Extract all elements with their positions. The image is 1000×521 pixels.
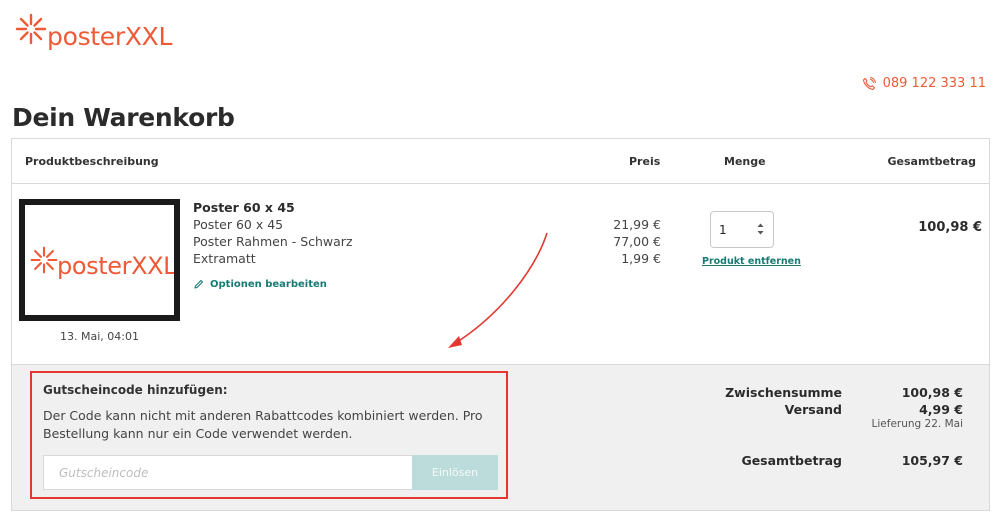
thumbnail-poster-image: posterXXL <box>25 205 174 315</box>
column-price: Preis <box>629 155 661 168</box>
item-option: Extramatt <box>193 251 256 266</box>
item-title: Poster 60 x 45 <box>193 200 295 215</box>
item-date: 13. Mai, 04:01 <box>60 330 139 343</box>
cart-summary-area: Gutscheincode hinzufügen: Der Code kann … <box>12 364 989 510</box>
item-option: Poster 60 x 45 <box>193 217 284 232</box>
cart-item-row: posterXXL 13. Mai, 04:01 Poster 60 x 45 … <box>12 184 989 364</box>
shipping-label: Versand <box>784 402 842 417</box>
shipping-row: Versand 4,99 € <box>712 402 967 419</box>
phone-number: 089 122 333 11 <box>882 76 986 91</box>
subtotal-label: Zwischensumme <box>725 385 842 400</box>
order-totals: Zwischensumme 100,98 € Versand 4,99 € Li… <box>712 385 967 470</box>
item-line-total: 100,98 € <box>918 220 982 235</box>
page-title: Dein Warenkorb <box>12 103 235 132</box>
item-price: 1,99 € <box>621 251 661 266</box>
quantity-select[interactable]: 1 <box>710 211 774 248</box>
remove-product-link[interactable]: Produkt entfernen <box>702 256 801 267</box>
item-prices: 21,99 € 77,00 € 1,99 € <box>613 216 661 267</box>
shipping-value: 4,99 € <box>919 402 963 417</box>
item-price: 77,00 € <box>613 234 661 249</box>
thumbnail-logo-star-icon <box>30 246 58 274</box>
coupon-description: Der Code kann nicht mit anderen Rabattco… <box>43 408 483 441</box>
column-total: Gesamtbetrag <box>887 155 977 168</box>
item-info: Poster 60 x 45 Poster 60 x 45 Poster Rah… <box>193 199 353 293</box>
thumbnail-wordmark: posterXXL <box>57 252 174 280</box>
item-price: 21,99 € <box>613 217 661 232</box>
column-description: Produktbeschreibung <box>25 155 159 168</box>
coupon-title: Gutscheincode hinzufügen: <box>43 383 228 397</box>
brand-logo[interactable]: posterXXL <box>14 12 173 51</box>
grand-total-row: Gesamtbetrag 105,97 € <box>712 453 967 470</box>
subtotal-row: Zwischensumme 100,98 € <box>712 385 967 402</box>
pencil-icon <box>194 279 204 289</box>
redeem-coupon-button[interactable]: Einlösen <box>412 455 498 490</box>
select-arrows-icon <box>757 223 764 235</box>
subtotal-value: 100,98 € <box>901 385 963 400</box>
edit-options-link[interactable]: Optionen bearbeiten <box>193 276 353 293</box>
cart-table: Produktbeschreibung Preis Menge Gesamtbe… <box>11 138 990 511</box>
product-thumbnail[interactable]: posterXXL <box>19 199 180 321</box>
cart-header-row: Produktbeschreibung Preis Menge Gesamtbe… <box>12 139 989 184</box>
grand-total-label: Gesamtbetrag <box>741 453 842 468</box>
coupon-section: Gutscheincode hinzufügen: Der Code kann … <box>30 371 508 499</box>
logo-wordmark: posterXXL <box>47 22 173 51</box>
support-phone[interactable]: 089 122 333 11 <box>862 76 986 91</box>
phone-icon <box>862 76 876 90</box>
delivery-date: Lieferung 22. Mai <box>871 418 963 430</box>
coupon-code-input[interactable] <box>43 455 412 490</box>
grand-total-value: 105,97 € <box>901 453 963 468</box>
logo-star-icon <box>15 13 47 45</box>
edit-options-label: Optionen bearbeiten <box>210 279 327 290</box>
quantity-value: 1 <box>719 223 727 237</box>
item-option: Poster Rahmen - Schwarz <box>193 234 353 249</box>
column-quantity: Menge <box>724 155 766 168</box>
